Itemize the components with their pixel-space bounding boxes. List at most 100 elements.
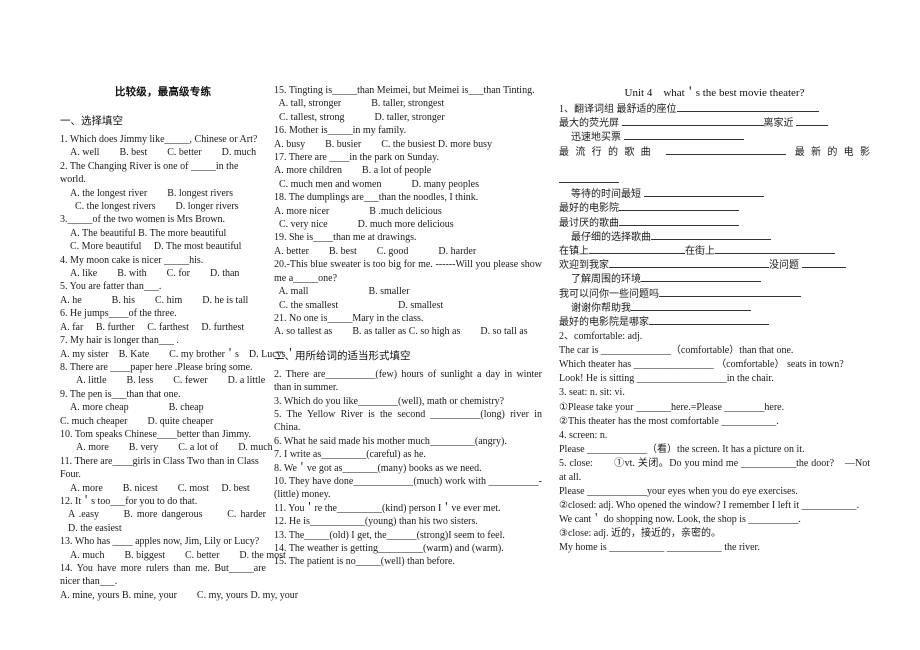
translate-row: 最讨厌的歌曲	[559, 217, 870, 231]
answer-blank[interactable]	[665, 153, 786, 155]
question-text: 19. She is____than me at drawings.	[274, 232, 417, 244]
answer-blank[interactable]	[559, 182, 619, 184]
answer-blank[interactable]	[651, 238, 771, 240]
unit-title: Unit 4 what＇s the best movie theater?	[624, 87, 805, 99]
question-block: 5. You are fatter than___. A. he B. his …	[60, 280, 266, 307]
question-block: 10. Tom speaks Chinese____better than Ji…	[60, 428, 273, 455]
question-block: 9. The pen is___than that one. A. more c…	[60, 388, 266, 428]
option-line: C. the longest rivers D. longer rivers	[70, 201, 239, 213]
worksheet-page: 比较级，最高级专练 一、选择填空 1. Which does Jimmy lik…	[0, 0, 920, 650]
answer-blank[interactable]	[623, 139, 744, 141]
translate-term: 在街上	[685, 246, 715, 258]
translate-head-label: 1、翻译词组	[559, 104, 614, 115]
translate-row: 最流行的歌曲 最新的电影	[559, 146, 870, 174]
translate-row: 最好的电影院	[559, 202, 870, 216]
translate-row: 了解周围的环境	[559, 273, 870, 287]
question-block: 15. Tingting is_____than Meimei, but Mei…	[274, 84, 542, 124]
question-text: 2. The Changing River is one of _____in …	[60, 160, 239, 186]
answer-blank[interactable]	[643, 196, 764, 198]
column-left: 比较级，最高级专练 一、选择填空 1. Which does Jimmy lik…	[0, 84, 299, 602]
question-text: 3._____of the two women is Mrs Brown.	[60, 214, 225, 226]
fill-blank-item: 2. There are__________(few) hours of sun…	[274, 368, 542, 394]
option-line: A. better B. best C. good D. harder	[274, 245, 477, 257]
question-block: 1. Which does Jimmy like_____, Chinese o…	[60, 133, 266, 160]
question-block: 11. There are____girls in Class Two than…	[60, 455, 266, 495]
question-block: 12. It＇s too___for you to do that. A .ea…	[60, 495, 286, 535]
option-line: A. more B. very C. a lot of D. much	[76, 442, 273, 454]
translate-section-head: 1、翻译词组 最舒适的座位	[559, 103, 870, 117]
vocab-entry-head: 4. screen: n.	[559, 429, 608, 441]
translate-term: 谢谢你帮助我	[571, 302, 631, 314]
question-text: 14. You have more rulers than me. But___…	[60, 563, 266, 588]
fill-blank-item: 6. What he said made his mother much____…	[274, 435, 507, 447]
option-line: A. my sister B. Kate C. my brother＇s D. …	[60, 348, 296, 360]
option-line: A. more children B. a lot of people	[274, 165, 432, 177]
vocab-example-line: ③close: adj. 近的，接近的，亲密的。	[559, 527, 722, 539]
option-line: A. he B. his C. him D. he is tall	[60, 294, 249, 306]
answer-blank[interactable]	[649, 324, 769, 326]
question-text: 6. He jumps____of the three.	[60, 308, 177, 320]
answer-blank[interactable]	[619, 210, 739, 212]
vocab-example-line: Look! He is sitting __________________in…	[559, 373, 774, 385]
answer-blank[interactable]	[589, 253, 685, 255]
translate-term: 最讨厌的歌曲	[559, 217, 619, 229]
question-text: 5. You are fatter than___.	[60, 281, 162, 293]
vocab-example-line: The car is ______________（comfortable）th…	[559, 345, 794, 357]
option-line: A. tall, stronger B. taller, strongest	[274, 98, 445, 110]
section-heading-one: 一、选择填空	[60, 116, 123, 127]
question-text: 8. There are ____paper here .Please brin…	[60, 361, 253, 373]
answer-blank[interactable]	[659, 295, 801, 297]
translate-term: 最好的电影院是哪家	[559, 317, 649, 329]
option-line: A. little B. less C. fewer D. a little	[76, 375, 266, 387]
answer-blank[interactable]	[619, 224, 739, 226]
option-line: A. so tallest as B. as taller as C. so h…	[274, 326, 528, 338]
option-line: A. more B. nicest C. most D. best	[70, 482, 250, 494]
translate-term: 我可以问你一些问题吗	[559, 288, 659, 300]
answer-blank[interactable]	[801, 267, 846, 269]
vocab-example-line: My home is ___________ ___________ the r…	[559, 542, 760, 554]
option-line: A. far B. further C. farthest D. furthes…	[60, 321, 245, 333]
question-block: 19. She is____than me at drawings. A. be…	[274, 231, 542, 258]
translate-term: 最流行的歌曲	[559, 146, 657, 158]
question-text: 21. No one is_____Mary in the class.	[274, 312, 424, 324]
answer-blank[interactable]	[621, 125, 764, 127]
question-text: 12. It＇s too___for you to do that.	[60, 495, 198, 507]
answer-blank[interactable]	[609, 267, 769, 269]
answer-blank[interactable]	[631, 309, 751, 311]
option-line: C. much men and women D. many peoples	[274, 178, 479, 190]
question-text: 9. The pen is___than that one.	[60, 388, 181, 400]
question-block: 4. My moon cake is nicer _____his. A. li…	[60, 254, 266, 281]
vocab-example-line: Please ____________（看）the screen. It has…	[559, 443, 805, 455]
translate-row	[559, 174, 870, 188]
option-line: A. mine, yours B. mine, your C. my, your…	[60, 589, 299, 601]
option-line: C. much cheaper D. quite cheaper	[60, 415, 214, 427]
answer-blank[interactable]	[676, 111, 819, 112]
translate-term: 最新的电影	[794, 146, 871, 158]
option-line: C. tallest, strong D. taller, stronger	[274, 111, 445, 123]
vocab-example-line: ②This theater has the most comfortable _…	[559, 415, 779, 427]
option-line: A. more cheap B. cheap	[70, 402, 204, 414]
translate-row: 迅速地买票	[559, 131, 870, 145]
option-line: C. More beautiful D. The most beautiful	[70, 241, 242, 253]
question-text: 10. Tom speaks Chinese____better than Ji…	[60, 428, 251, 440]
answer-blank[interactable]	[796, 125, 828, 127]
answer-blank[interactable]	[641, 281, 761, 283]
question-text: 20.-This blue sweater is too big for me.…	[274, 259, 542, 284]
vocab-example-line: Please ____________your eyes when you do…	[559, 485, 798, 497]
translate-term: 迅速地买票	[571, 132, 621, 144]
translate-term: 最好的电影院	[559, 203, 619, 215]
translate-row: 欢迎到我家 没问题	[559, 259, 870, 273]
answer-blank[interactable]	[715, 253, 835, 255]
vocab-example-line: ①Please take your _______here.=Please __…	[559, 401, 785, 413]
question-block: 3._____of the two women is Mrs Brown. A.…	[60, 213, 266, 253]
option-line: C. the smallest D. smallest	[274, 299, 444, 311]
translate-term: 没问题	[769, 260, 799, 272]
option-line: A. more nicer B .much delicious	[274, 205, 442, 217]
vocab-example-line: ②closed: adj. Who opened the window? I r…	[559, 499, 860, 511]
translate-row: 等待的时间最短	[559, 188, 870, 202]
question-block: 21. No one is_____Mary in the class. A. …	[274, 312, 542, 339]
vocab-entry-head: 5. close: ①vt. 关闭。Do you mind me _______…	[559, 457, 870, 483]
question-text: 4. My moon cake is nicer _____his.	[60, 254, 204, 266]
translate-term: 最舒适的座位	[616, 104, 677, 115]
option-line: A. mall B. smaller	[274, 286, 410, 298]
